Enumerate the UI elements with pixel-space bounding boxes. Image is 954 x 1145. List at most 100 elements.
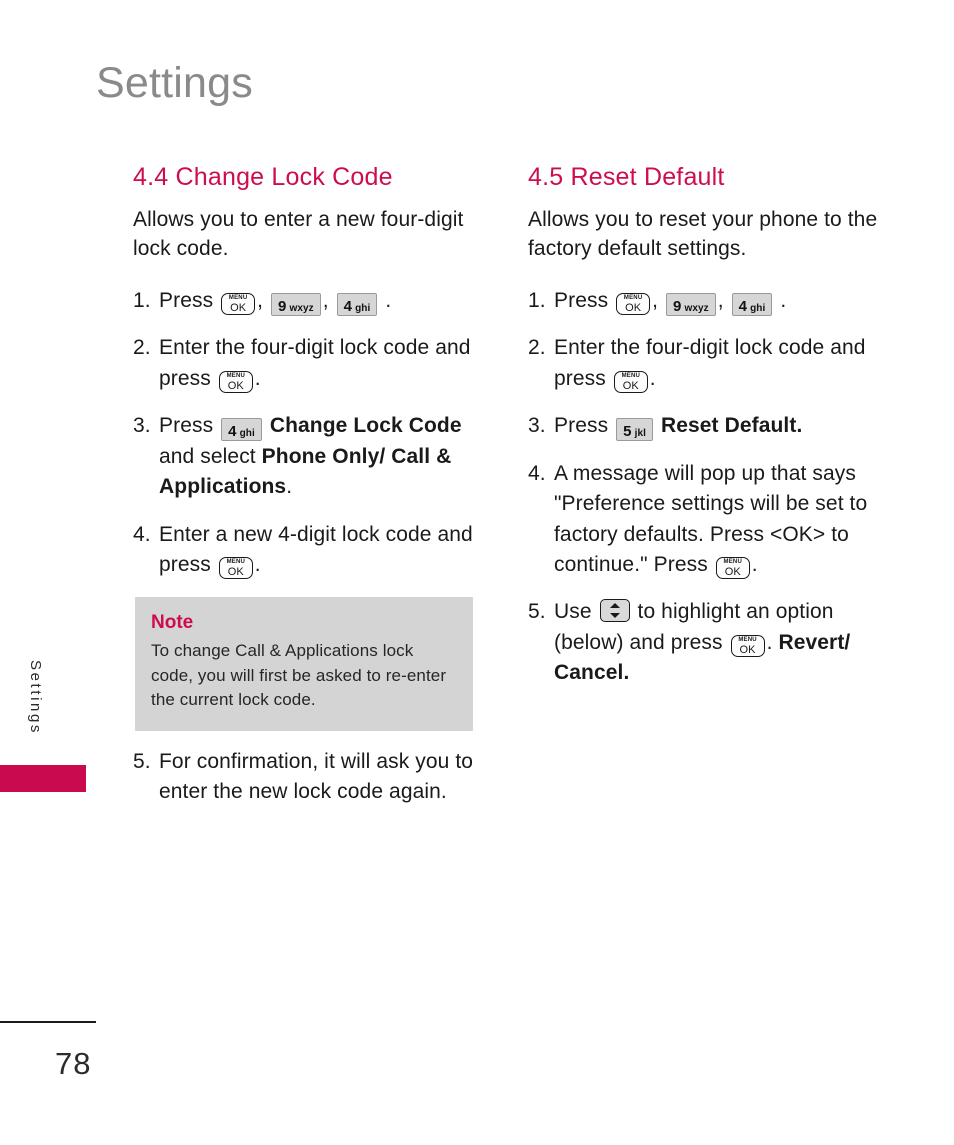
list-item: 3. Press 5 jkl Reset Default.	[528, 411, 880, 442]
section-heading-reset-default: 4.5 Reset Default	[528, 163, 725, 191]
list-item: 5. Use to highlight an option (below) an…	[528, 597, 880, 688]
menu-ok-key-bottom-label: OK	[227, 379, 244, 392]
step-text: Use to highlight an option (below) and p…	[554, 597, 880, 688]
keypad-9-letters: wxyz	[684, 302, 709, 314]
keypad-9-key-icon: 9 wxyz	[271, 292, 321, 316]
menu-ok-key-bottom-label: OK	[622, 379, 639, 392]
list-item: 4. A message will pop up that says "Pref…	[528, 459, 880, 581]
step-text-fragment: Press	[159, 414, 214, 438]
menu-ok-key-bottom-label: OK	[230, 301, 247, 314]
chevron-down-icon	[609, 613, 620, 619]
step-text-fragment: ,	[652, 288, 659, 312]
keypad-4-key-icon: 4 ghi	[221, 418, 262, 442]
keypad-5-digit: 5	[623, 423, 632, 441]
keypad-4-key-icon: 4 ghi	[731, 292, 773, 316]
keypad-9-letters: wxyz	[289, 302, 314, 314]
list-item: 1. Press MENU OK, 9 wxyz, 4 ghi .	[133, 286, 485, 316]
menu-ok-key-top-label: MENU	[623, 294, 643, 301]
footer-divider	[0, 1021, 96, 1023]
step-number: 2.	[133, 336, 151, 360]
step-text-fragment: .	[649, 366, 656, 390]
step-number: 1.	[133, 288, 151, 312]
menu-ok-key-bottom-label: OK	[625, 301, 642, 314]
list-item: 3. Press 4 ghi Change Lock Code and selec…	[133, 411, 485, 502]
step-text-fragment: .	[385, 288, 392, 312]
step-text-fragment: .	[254, 366, 261, 390]
step-text-fragment: Press	[554, 288, 609, 312]
keypad-4-letters: ghi	[355, 302, 371, 314]
menu-path-change-lock-code: Change Lock Code	[269, 414, 462, 438]
menu-ok-key-icon: MENU OK	[616, 292, 651, 315]
step-text-fragment: Enter a new 4-digit lock code and press	[159, 522, 473, 576]
step-text-fragment: .	[286, 475, 293, 499]
menu-ok-key-top-label: MENU	[621, 372, 641, 379]
right-column: 4.5 Reset Default Allows you to reset yo…	[528, 162, 880, 706]
left-column: 4.4 Change Lock Code Allows you to enter…	[133, 162, 485, 825]
menu-ok-key-top-label: MENU	[226, 372, 246, 379]
list-item: 2. Enter the four-digit lock code and pr…	[133, 333, 485, 394]
menu-ok-key-icon: MENU OK	[221, 292, 256, 315]
menu-ok-key-top-label: MENU	[228, 294, 248, 301]
step-text: A message will pop up that says "Prefere…	[554, 459, 880, 581]
list-item: 2. Enter the four-digit lock code and pr…	[528, 333, 880, 394]
step-text: For confirmation, it will ask you to ent…	[159, 750, 474, 804]
step-text: Enter a new 4-digit lock code and press …	[159, 520, 485, 581]
step-text: Enter the four-digit lock code and press…	[159, 333, 485, 394]
keypad-4-letters: ghi	[239, 428, 255, 440]
keypad-4-digit: 4	[343, 297, 353, 315]
step-number: 5.	[528, 600, 546, 624]
step-text-fragment: Press	[653, 553, 708, 576]
step-text-fragment: A message will pop up that says "Prefere…	[554, 461, 868, 576]
menu-path-reset-default: Reset Default.	[660, 414, 803, 438]
list-item: 5. For confirmation, it will ask you to …	[133, 747, 485, 808]
step-number: 1.	[528, 288, 546, 312]
keypad-9-digit: 9	[278, 297, 287, 315]
menu-ok-key-top-label: MENU	[226, 559, 246, 565]
page-title: Settings	[96, 59, 253, 107]
step-text-fragment: .	[766, 630, 773, 654]
step-text-fragment: .	[780, 288, 787, 312]
step-text-fragment: ,	[322, 288, 329, 312]
section-intro-reset-default: Allows you to reset your phone to the fa…	[528, 208, 878, 260]
keypad-5-letters: jkl	[634, 428, 646, 440]
step-text: Press MENU OK, 9 wxyz, 4 ghi .	[554, 286, 880, 316]
step-number: 4.	[528, 461, 546, 485]
menu-ok-key-icon: MENU OK	[730, 634, 765, 657]
step-text-fragment: Press	[554, 414, 609, 438]
note-box: Note To change Call & Applications lock …	[135, 597, 473, 732]
keypad-4-letters: ghi	[750, 302, 766, 314]
menu-ok-key-top-label: MENU	[738, 636, 757, 643]
step-text: Enter the four-digit lock code and press…	[554, 333, 880, 394]
step-text-fragment: and select	[159, 444, 256, 468]
step-text-fragment: Enter the four-digit lock code and press	[159, 336, 471, 390]
menu-ok-key-icon: MENU OK	[218, 557, 253, 579]
chevron-up-icon	[609, 603, 620, 609]
step-number: 3.	[528, 414, 546, 438]
step-number: 3.	[133, 414, 151, 438]
menu-ok-key-icon: MENU OK	[715, 557, 750, 579]
section-heading-change-lock-code: 4.4 Change Lock Code	[133, 163, 393, 191]
list-item: 4. Enter a new 4-digit lock code and pre…	[133, 520, 485, 581]
note-body: To change Call & Applications lock code,…	[151, 641, 447, 710]
menu-ok-key-bottom-label: OK	[227, 566, 244, 578]
note-title: Note	[151, 612, 194, 634]
page-number: 78	[55, 1046, 92, 1081]
keypad-9-digit: 9	[673, 297, 682, 315]
step-text-fragment: .	[751, 553, 758, 576]
menu-ok-key-icon: MENU OK	[218, 370, 253, 393]
keypad-4-key-icon: 4 ghi	[336, 292, 378, 316]
section-intro-change-lock-code: Allows you to enter a new four-digit loc…	[133, 208, 464, 260]
step-number: 2.	[528, 336, 546, 360]
step-text-fragment: Enter the four-digit lock code and press	[554, 336, 866, 390]
menu-ok-key-bottom-label: OK	[724, 566, 741, 578]
keypad-9-key-icon: 9 wxyz	[666, 292, 716, 316]
step-text-fragment: Press	[159, 288, 214, 312]
step-text-fragment: Use	[554, 600, 592, 624]
keypad-5-key-icon: 5 jkl	[616, 418, 653, 442]
menu-ok-key-icon: MENU OK	[613, 370, 648, 393]
keypad-4-digit: 4	[738, 297, 748, 315]
up-down-navigation-key-icon	[599, 599, 630, 623]
menu-ok-key-bottom-label: OK	[739, 643, 756, 656]
side-tab-marker	[0, 765, 86, 792]
step-text: Press MENU OK, 9 wxyz, 4 ghi .	[159, 286, 485, 316]
